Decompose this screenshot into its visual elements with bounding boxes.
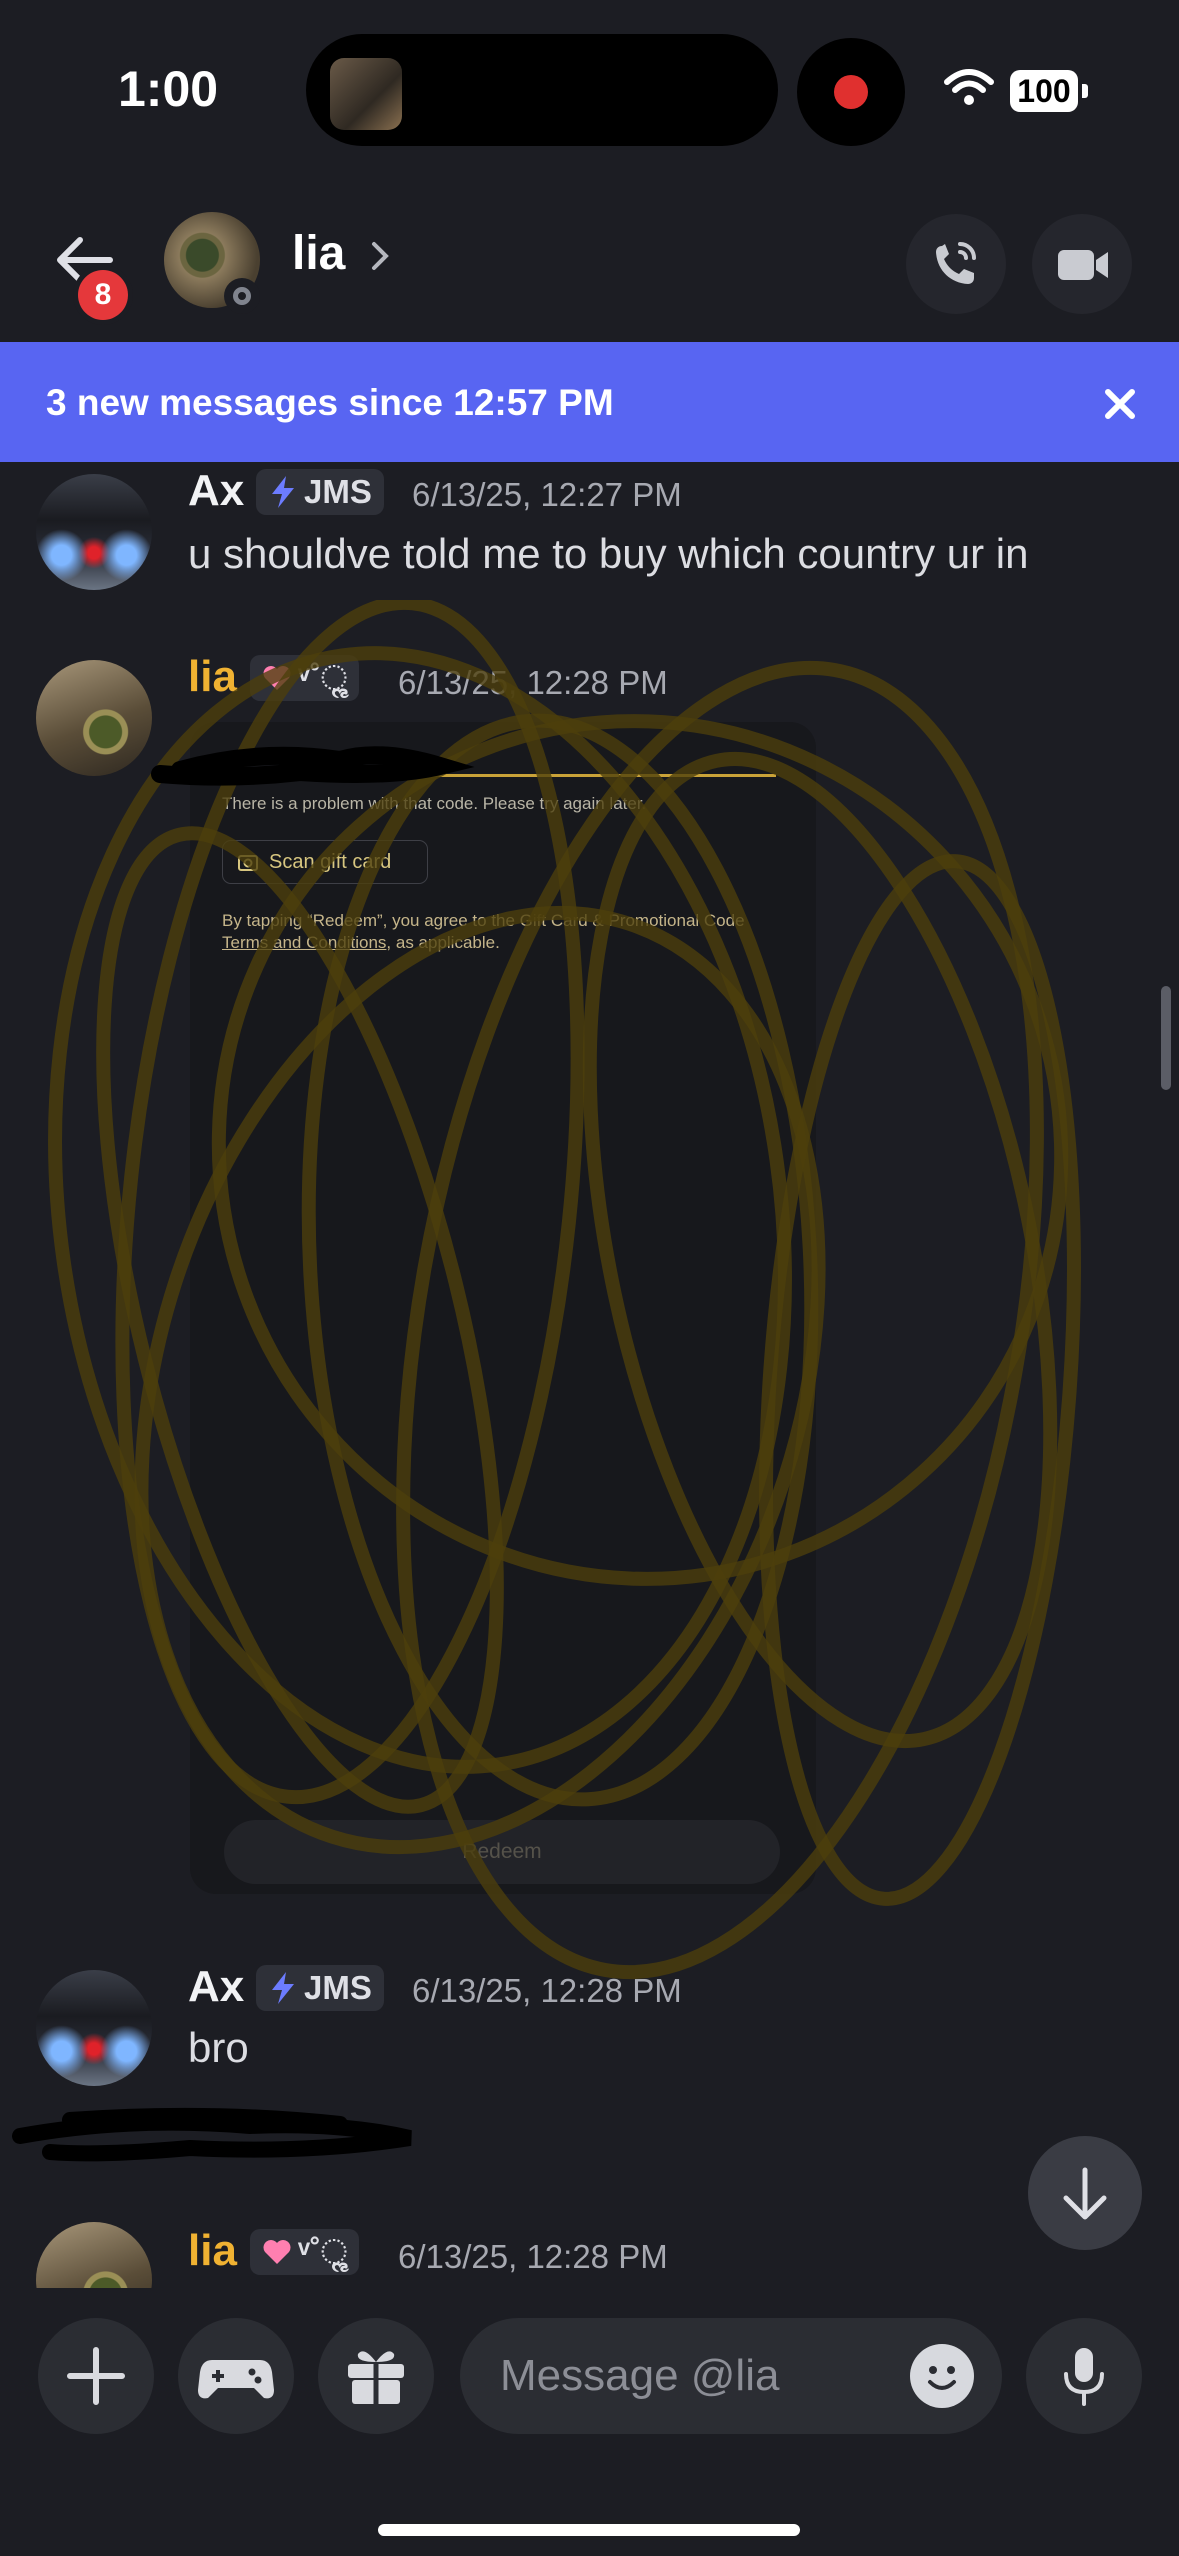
message-timestamp: 6/13/25, 12:28 PM [412, 1972, 682, 2009]
wifi-icon [944, 69, 994, 105]
smiley-icon [928, 2366, 956, 2390]
message-text: u shouldve told me to buy which country … [188, 530, 1029, 577]
activities-button[interactable] [178, 2318, 294, 2434]
message-timestamp: 6/13/25, 12:27 PM [412, 476, 682, 513]
video-camera-icon [1058, 250, 1108, 280]
offline-status-icon [233, 287, 251, 305]
gamepad-icon [198, 2360, 274, 2399]
unread-badge: 8 [78, 270, 128, 320]
arrow-down-icon [1063, 2167, 1107, 2220]
phone-call-icon [936, 242, 976, 284]
message-author[interactable]: Ax [188, 466, 244, 516]
add-attachment-button[interactable] [38, 2318, 154, 2434]
clan-tag[interactable]: JMS [256, 469, 384, 515]
avatar[interactable] [36, 474, 152, 590]
microphone-icon [1064, 2348, 1104, 2406]
new-messages-text: 3 new messages since 12:57 PM [46, 382, 614, 423]
clan-tag-text: ᵛ˚ૢ [298, 2232, 348, 2270]
chevron-right-icon[interactable] [368, 238, 392, 274]
gift-icon [348, 2351, 404, 2404]
avatar[interactable] [36, 1970, 152, 2086]
contact-name[interactable]: lia [292, 226, 345, 281]
gift-button[interactable] [318, 2318, 434, 2434]
battery-tip [1082, 84, 1088, 98]
clan-tag[interactable]: JMS [256, 1965, 384, 2011]
message-author[interactable]: lia [188, 2226, 237, 2276]
redaction-scribble [12, 2107, 412, 2162]
close-icon[interactable] [1100, 384, 1140, 424]
message-author[interactable]: Ax [188, 1962, 244, 2012]
status-time: 1:00 [118, 61, 219, 117]
lightning-icon [272, 476, 294, 508]
heart-icon [263, 2240, 291, 2264]
battery-indicator: 100 [1010, 70, 1078, 112]
plus-icon [67, 2347, 125, 2405]
emoji-button[interactable] [910, 2344, 974, 2408]
message-timestamp: 6/13/25, 12:28 PM [398, 2238, 668, 2275]
now-playing-thumbnail [330, 58, 402, 130]
voice-message-button[interactable] [1026, 2318, 1142, 2434]
video-call-button[interactable] [1032, 214, 1132, 314]
scribble-overlay [48, 600, 1081, 1980]
jump-to-present-button[interactable] [1028, 2136, 1142, 2250]
scrollbar[interactable] [1161, 986, 1171, 1090]
message-text: bro [188, 2024, 249, 2071]
recording-dot-icon [834, 75, 868, 109]
home-indicator [378, 2524, 800, 2536]
voice-call-button[interactable] [906, 214, 1006, 314]
clan-tag[interactable]: ᵛ˚ૢ [250, 2229, 360, 2275]
clan-tag-text: JMS [304, 473, 372, 510]
lightning-icon [272, 1972, 294, 2004]
clan-tag-text: JMS [304, 1969, 372, 2006]
